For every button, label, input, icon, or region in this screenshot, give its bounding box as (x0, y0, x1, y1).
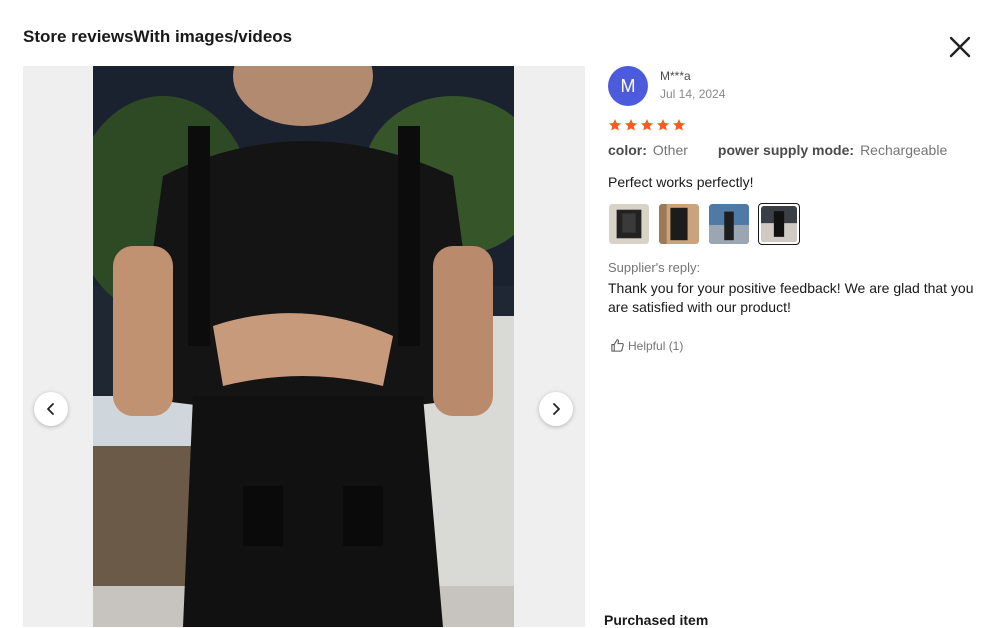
helpful-label: Helpful (1) (628, 338, 684, 353)
star-rating (608, 118, 686, 132)
review-details: M M***a Jul 14, 2024 color: Other power su… (604, 66, 978, 628)
thumbs-up-icon (611, 339, 624, 352)
helpful-button[interactable]: Helpful (1) (610, 338, 683, 353)
chevron-right-icon (553, 403, 560, 415)
attribute-key-power: power supply mode (717, 142, 850, 158)
review-photo (93, 66, 514, 627)
modal-title: Store reviewsWith images/videos (23, 27, 293, 46)
star-icon (608, 119, 622, 131)
attribute-value-power: Rechargeable (860, 142, 948, 158)
review-thumbnail-selected[interactable] (758, 203, 800, 245)
star-icon (624, 119, 638, 131)
purchased-item-heading: Purchased item (604, 612, 709, 628)
product-attributes: color: Other power supply mode: Rechargeabl… (608, 142, 948, 158)
avatar: M (608, 66, 648, 106)
supplier-reply-text: Thank you for your positive feedback! We… (608, 280, 974, 315)
previous-image-button[interactable] (34, 392, 68, 426)
review-thumbnail[interactable] (708, 203, 750, 245)
attribute-value-color: Other (652, 142, 688, 158)
star-icon (672, 119, 686, 131)
reviewer-name: M***a (660, 69, 691, 83)
supplier-reply-label: Supplier's reply: (608, 260, 701, 275)
close-icon (949, 36, 971, 58)
review-thumbnail[interactable] (658, 203, 700, 245)
star-icon (656, 119, 670, 131)
review-thumbnails (608, 203, 800, 245)
next-image-button[interactable] (539, 392, 573, 426)
media-viewer (23, 66, 585, 627)
close-button[interactable] (946, 33, 974, 61)
attribute-key-color: color (608, 142, 643, 158)
review-thumbnail[interactable] (608, 203, 650, 245)
star-icon (640, 119, 654, 131)
review-date: Jul 14, 2024 (660, 87, 726, 101)
review-text: Perfect works perfectly! (608, 174, 754, 190)
chevron-left-icon (47, 403, 54, 415)
